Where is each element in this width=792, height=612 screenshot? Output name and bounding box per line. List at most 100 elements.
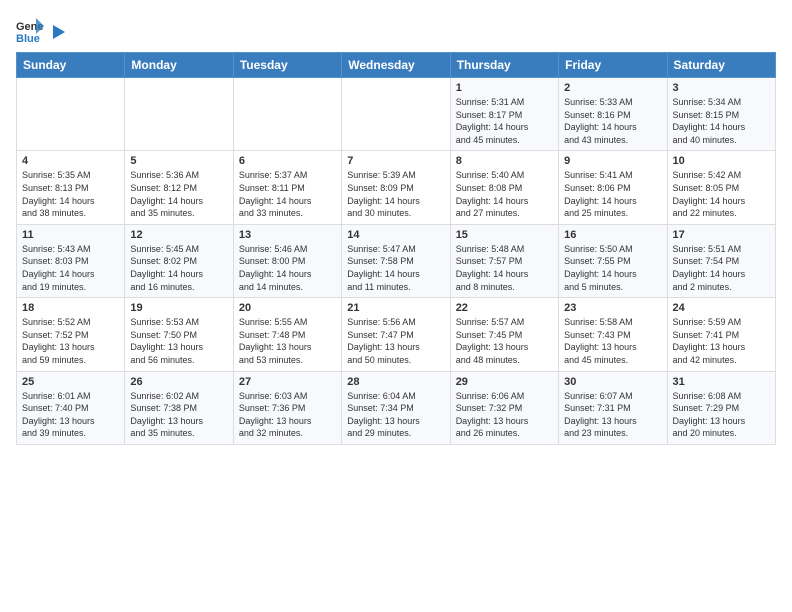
day-info: Sunrise: 5:39 AM Sunset: 8:09 PM Dayligh… bbox=[347, 169, 444, 219]
day-number: 28 bbox=[347, 376, 444, 388]
calendar-cell: 13Sunrise: 5:46 AM Sunset: 8:00 PM Dayli… bbox=[233, 224, 341, 297]
calendar-week-2: 4Sunrise: 5:35 AM Sunset: 8:13 PM Daylig… bbox=[17, 151, 776, 224]
day-number: 31 bbox=[673, 376, 770, 388]
day-number: 24 bbox=[673, 302, 770, 314]
calendar-cell: 10Sunrise: 5:42 AM Sunset: 8:05 PM Dayli… bbox=[667, 151, 775, 224]
calendar-cell: 22Sunrise: 5:57 AM Sunset: 7:45 PM Dayli… bbox=[450, 298, 558, 371]
day-info: Sunrise: 5:55 AM Sunset: 7:48 PM Dayligh… bbox=[239, 316, 336, 366]
calendar-cell: 20 Sunrise: 5:55 AM Sunset: 7:48 PM Dayli… bbox=[233, 298, 341, 371]
calendar-cell: 26 Sunrise: 6:02 AM Sunset: 7:38 PM Dayli… bbox=[125, 371, 233, 444]
day-info: Sunrise: 5:56 AM Sunset: 7:47 PM Dayligh… bbox=[347, 316, 444, 366]
day-number: 11 bbox=[22, 229, 119, 241]
day-number: 26 bbox=[130, 376, 227, 388]
calendar-table: SundayMondayTuesdayWednesdayThursdayFrid… bbox=[16, 52, 776, 445]
calendar-cell: 9 Sunrise: 5:41 AM Sunset: 8:06 PM Daylig… bbox=[559, 151, 667, 224]
calendar-cell: 11 Sunrise: 5:43 AM Sunset: 8:03 PM Dayli… bbox=[17, 224, 125, 297]
calendar-week-4: 18 Sunrise: 5:52 AM Sunset: 7:52 PM Dayli… bbox=[17, 298, 776, 371]
weekday-header-row: SundayMondayTuesdayWednesdayThursdayFrid… bbox=[17, 53, 776, 78]
day-info: Sunrise: 5:42 AM Sunset: 8:05 PM Dayligh… bbox=[673, 169, 770, 219]
day-info: Sunrise: 6:03 AM Sunset: 7:36 PM Dayligh… bbox=[239, 390, 336, 440]
calendar-week-1: 1 Sunrise: 5:31 AM Sunset: 8:17 PM Daylig… bbox=[17, 78, 776, 151]
calendar-week-3: 11 Sunrise: 5:43 AM Sunset: 8:03 PM Dayli… bbox=[17, 224, 776, 297]
day-info: Sunrise: 5:33 AM Sunset: 8:16 PM Dayligh… bbox=[564, 96, 661, 146]
day-info: Sunrise: 5:41 AM Sunset: 8:06 PM Dayligh… bbox=[564, 169, 661, 219]
day-number: 27 bbox=[239, 376, 336, 388]
weekday-wednesday: Wednesday bbox=[342, 53, 450, 78]
day-info: Sunrise: 5:45 AM Sunset: 8:02 PM Dayligh… bbox=[130, 243, 227, 293]
calendar-cell: 7 Sunrise: 5:39 AM Sunset: 8:09 PM Daylig… bbox=[342, 151, 450, 224]
calendar-cell: 24 Sunrise: 5:59 AM Sunset: 7:41 PM Dayli… bbox=[667, 298, 775, 371]
day-number: 30 bbox=[564, 376, 661, 388]
calendar-cell: 4Sunrise: 5:35 AM Sunset: 8:13 PM Daylig… bbox=[17, 151, 125, 224]
day-number: 8 bbox=[456, 155, 553, 167]
calendar-cell: 25 Sunrise: 6:01 AM Sunset: 7:40 PM Dayli… bbox=[17, 371, 125, 444]
day-info: Sunrise: 6:06 AM Sunset: 7:32 PM Dayligh… bbox=[456, 390, 553, 440]
calendar-cell bbox=[233, 78, 341, 151]
weekday-monday: Monday bbox=[125, 53, 233, 78]
day-number: 2 bbox=[564, 82, 661, 94]
day-number: 21 bbox=[347, 302, 444, 314]
day-number: 14 bbox=[347, 229, 444, 241]
day-number: 17 bbox=[673, 229, 770, 241]
day-number: 25 bbox=[22, 376, 119, 388]
calendar-cell: 2 Sunrise: 5:33 AM Sunset: 8:16 PM Daylig… bbox=[559, 78, 667, 151]
calendar-cell: 30 Sunrise: 6:07 AM Sunset: 7:31 PM Dayli… bbox=[559, 371, 667, 444]
day-number: 6 bbox=[239, 155, 336, 167]
day-info: Sunrise: 6:01 AM Sunset: 7:40 PM Dayligh… bbox=[22, 390, 119, 440]
calendar-cell: 14 Sunrise: 5:47 AM Sunset: 7:58 PM Dayli… bbox=[342, 224, 450, 297]
logo-triangle-icon bbox=[49, 23, 67, 41]
day-number: 12 bbox=[130, 229, 227, 241]
day-info: Sunrise: 5:31 AM Sunset: 8:17 PM Dayligh… bbox=[456, 96, 553, 146]
calendar-cell bbox=[17, 78, 125, 151]
day-info: Sunrise: 5:36 AM Sunset: 8:12 PM Dayligh… bbox=[130, 169, 227, 219]
day-info: Sunrise: 5:50 AM Sunset: 7:55 PM Dayligh… bbox=[564, 243, 661, 293]
calendar-cell bbox=[125, 78, 233, 151]
day-info: Sunrise: 6:04 AM Sunset: 7:34 PM Dayligh… bbox=[347, 390, 444, 440]
calendar-cell bbox=[342, 78, 450, 151]
day-number: 18 bbox=[22, 302, 119, 314]
day-number: 9 bbox=[564, 155, 661, 167]
calendar-cell: 18 Sunrise: 5:52 AM Sunset: 7:52 PM Dayli… bbox=[17, 298, 125, 371]
calendar-week-5: 25 Sunrise: 6:01 AM Sunset: 7:40 PM Dayli… bbox=[17, 371, 776, 444]
day-info: Sunrise: 6:02 AM Sunset: 7:38 PM Dayligh… bbox=[130, 390, 227, 440]
day-number: 22 bbox=[456, 302, 553, 314]
day-info: Sunrise: 5:48 AM Sunset: 7:57 PM Dayligh… bbox=[456, 243, 553, 293]
day-number: 4 bbox=[22, 155, 119, 167]
day-number: 23 bbox=[564, 302, 661, 314]
day-info: Sunrise: 5:40 AM Sunset: 8:08 PM Dayligh… bbox=[456, 169, 553, 219]
weekday-friday: Friday bbox=[559, 53, 667, 78]
calendar-cell: 6 Sunrise: 5:37 AM Sunset: 8:11 PM Daylig… bbox=[233, 151, 341, 224]
calendar-cell: 31Sunrise: 6:08 AM Sunset: 7:29 PM Dayli… bbox=[667, 371, 775, 444]
day-info: Sunrise: 6:07 AM Sunset: 7:31 PM Dayligh… bbox=[564, 390, 661, 440]
calendar-cell: 3 Sunrise: 5:34 AM Sunset: 8:15 PM Daylig… bbox=[667, 78, 775, 151]
calendar-body: 1 Sunrise: 5:31 AM Sunset: 8:17 PM Daylig… bbox=[17, 78, 776, 445]
day-info: Sunrise: 5:34 AM Sunset: 8:15 PM Dayligh… bbox=[673, 96, 770, 146]
calendar-cell: 21 Sunrise: 5:56 AM Sunset: 7:47 PM Dayli… bbox=[342, 298, 450, 371]
logo-icon: General Blue bbox=[16, 16, 44, 44]
day-info: Sunrise: 5:43 AM Sunset: 8:03 PM Dayligh… bbox=[22, 243, 119, 293]
day-number: 19 bbox=[130, 302, 227, 314]
day-number: 16 bbox=[564, 229, 661, 241]
calendar-cell: 16 Sunrise: 5:50 AM Sunset: 7:55 PM Dayli… bbox=[559, 224, 667, 297]
day-info: Sunrise: 5:37 AM Sunset: 8:11 PM Dayligh… bbox=[239, 169, 336, 219]
day-info: Sunrise: 5:59 AM Sunset: 7:41 PM Dayligh… bbox=[673, 316, 770, 366]
calendar-cell: 8 Sunrise: 5:40 AM Sunset: 8:08 PM Daylig… bbox=[450, 151, 558, 224]
day-number: 7 bbox=[347, 155, 444, 167]
calendar-cell: 17Sunrise: 5:51 AM Sunset: 7:54 PM Dayli… bbox=[667, 224, 775, 297]
day-number: 20 bbox=[239, 302, 336, 314]
day-number: 3 bbox=[673, 82, 770, 94]
weekday-tuesday: Tuesday bbox=[233, 53, 341, 78]
day-info: Sunrise: 5:46 AM Sunset: 8:00 PM Dayligh… bbox=[239, 243, 336, 293]
day-number: 5 bbox=[130, 155, 227, 167]
calendar-cell: 19 Sunrise: 5:53 AM Sunset: 7:50 PM Dayli… bbox=[125, 298, 233, 371]
day-number: 1 bbox=[456, 82, 553, 94]
day-info: Sunrise: 5:58 AM Sunset: 7:43 PM Dayligh… bbox=[564, 316, 661, 366]
day-number: 15 bbox=[456, 229, 553, 241]
day-info: Sunrise: 5:52 AM Sunset: 7:52 PM Dayligh… bbox=[22, 316, 119, 366]
logo: General Blue bbox=[16, 16, 68, 44]
calendar-cell: 15 Sunrise: 5:48 AM Sunset: 7:57 PM Dayli… bbox=[450, 224, 558, 297]
calendar-cell: 29 Sunrise: 6:06 AM Sunset: 7:32 PM Dayli… bbox=[450, 371, 558, 444]
day-info: Sunrise: 5:53 AM Sunset: 7:50 PM Dayligh… bbox=[130, 316, 227, 366]
day-number: 29 bbox=[456, 376, 553, 388]
day-info: Sunrise: 5:47 AM Sunset: 7:58 PM Dayligh… bbox=[347, 243, 444, 293]
